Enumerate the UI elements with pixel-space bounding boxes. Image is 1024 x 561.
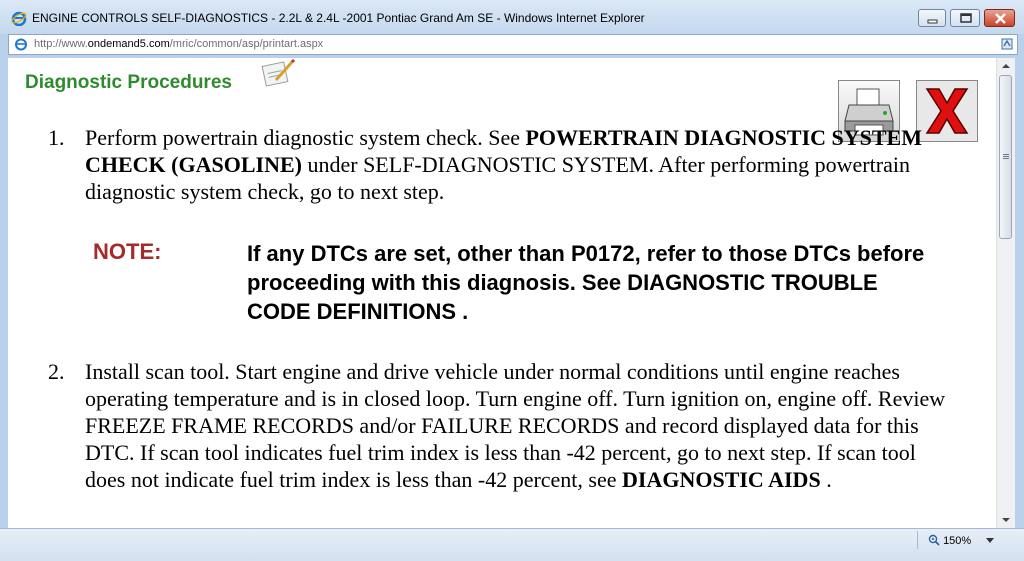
scroll-down-icon[interactable] <box>997 512 1015 528</box>
step-text: Install scan tool. Start engine and driv… <box>85 358 948 493</box>
note-label: NOTE: <box>93 239 162 264</box>
vertical-scrollbar[interactable] <box>996 58 1015 528</box>
window-title-bar[interactable]: ENGINE CONTROLS SELF-DIAGNOSTICS - 2.2L … <box>0 0 1024 34</box>
maximize-button[interactable] <box>950 9 980 27</box>
zoom-level: 150% <box>943 535 972 547</box>
window-title: ENGINE CONTROLS SELF-DIAGNOSTICS - 2.2L … <box>32 11 645 25</box>
address-bar[interactable]: http://www.ondemand5.com/mric/common/asp… <box>8 34 1018 55</box>
ie-icon <box>11 11 27 26</box>
status-bar: 150% <box>0 528 1024 561</box>
minimize-button[interactable] <box>918 9 946 27</box>
zoom-dropdown-icon[interactable] <box>986 538 994 543</box>
step-number: 2. <box>48 359 65 384</box>
url-prefix: http://www. <box>34 38 88 50</box>
scroll-up-icon[interactable] <box>997 58 1015 74</box>
compatibility-icon[interactable] <box>1000 37 1014 51</box>
step-link-bold: DIAGNOSTIC AIDS <box>622 467 821 492</box>
grip-icon <box>1003 154 1009 155</box>
address-url[interactable]: http://www.ondemand5.com/mric/common/asp… <box>34 38 323 50</box>
page-ie-icon <box>15 38 27 51</box>
step-2: 2. Install scan tool. Start engine and d… <box>48 358 948 493</box>
scroll-thumb[interactable] <box>999 75 1012 239</box>
step-number: 1. <box>48 125 65 150</box>
close-icon <box>995 13 1006 24</box>
notepad-icon <box>261 58 296 87</box>
zoom-icon <box>928 534 940 546</box>
page-content: Diagnostic Procedures 1. Perform powertr… <box>8 58 996 528</box>
close-window-button[interactable] <box>984 9 1015 27</box>
minimize-icon <box>927 19 938 24</box>
url-domain: ondemand5.com <box>87 38 170 50</box>
maximize-icon <box>960 13 972 23</box>
note-text: If any DTCs are set, other than P0172, r… <box>247 241 925 324</box>
step-text-plain: Perform powertrain diagnostic system che… <box>85 125 526 150</box>
page-heading: Diagnostic Procedures <box>25 72 232 93</box>
step-1: 1. Perform powertrain diagnostic system … <box>48 124 948 205</box>
zoom-control[interactable]: 150% <box>928 534 971 547</box>
step-text-plain: . <box>820 467 832 492</box>
status-divider <box>917 531 918 549</box>
url-path: /mric/common/asp/printart.aspx <box>169 38 324 50</box>
step-text: Perform powertrain diagnostic system che… <box>85 124 948 205</box>
